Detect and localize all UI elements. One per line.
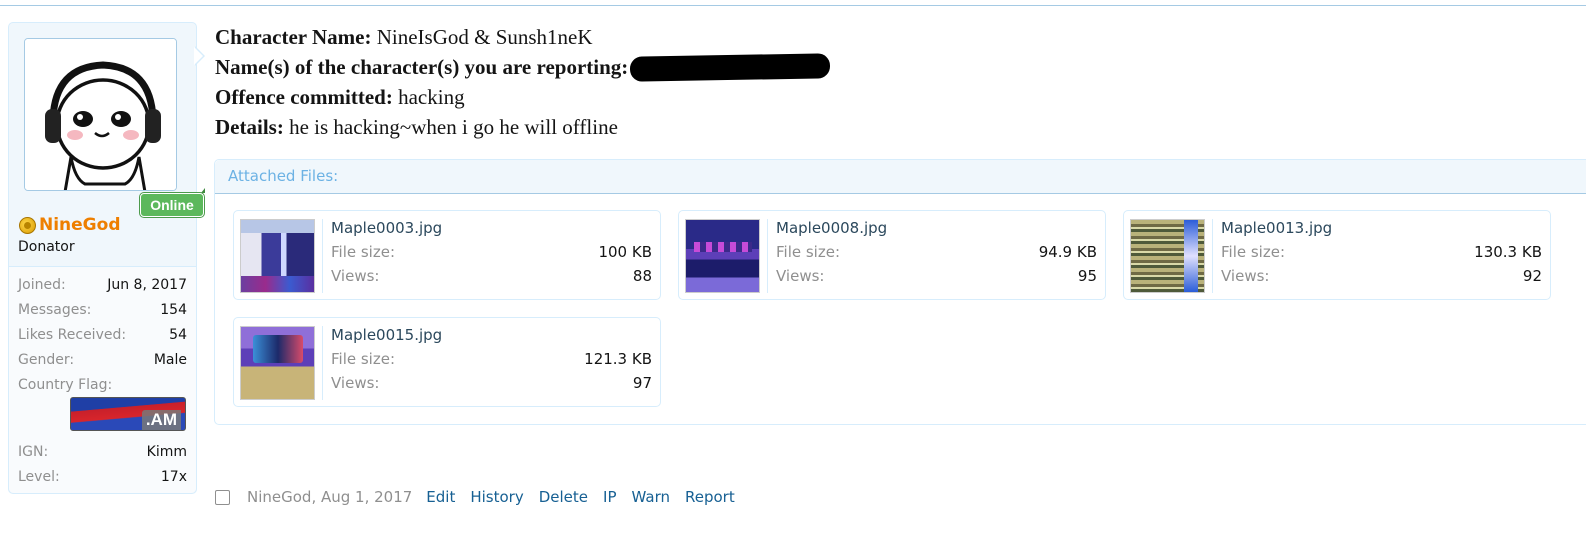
country-flag-row: Country Flag: [18,377,187,393]
attachment-thumbnail[interactable] [1130,219,1205,293]
views-label: Views: [331,267,380,285]
redacted-block [630,53,831,82]
attachment-size-row: File size: 130.3 KB [1221,243,1542,261]
attachment-thumbnail[interactable] [240,219,315,293]
messages-value[interactable]: 154 [160,302,187,318]
attachment-divider [322,219,323,293]
delete-link[interactable]: Delete [539,488,588,506]
message-content: Character Name: NineIsGod & Sunsh1neK Na… [215,22,831,142]
offence-label: Offence committed: [215,85,393,109]
country-flag-label: Country Flag: [18,377,113,393]
attachment-divider [1212,219,1213,293]
avatar[interactable] [24,38,177,191]
donator-coin-icon [19,216,36,234]
message-footer: NineGod, Aug 1, 2017 Edit History Delete… [215,488,750,506]
ip-link[interactable]: IP [603,488,616,506]
reported-names-line: Name(s) of the character(s) you are repo… [215,52,831,82]
character-name-label: Character Name: [215,25,372,49]
attachment-name[interactable]: Maple0003.jpg [331,219,442,237]
attachment-views-row: Views: 88 [331,267,652,285]
file-size-value: 94.9 KB [1038,243,1097,261]
flag-country-code: .AM [141,410,181,430]
attachment-size-row: File size: 100 KB [331,243,652,261]
attachment-thumbnail[interactable] [240,326,315,400]
avatar-image [25,39,176,190]
file-size-value: 100 KB [598,243,652,261]
views-label: Views: [776,267,825,285]
gender-row: Gender: Male [18,352,187,368]
file-size-value: 121.3 KB [584,350,652,368]
attachment-size-row: File size: 94.9 KB [776,243,1097,261]
post-meta[interactable]: NineGod, Aug 1, 2017 [247,488,412,506]
history-link[interactable]: History [470,488,523,506]
views-label: Views: [331,374,380,392]
user-info-panel: Online NineGod Donator Joined: Jun 8, 20… [8,22,205,494]
attachment-item[interactable]: Maple0013.jpg File size: 130.3 KB Views:… [1123,210,1551,300]
attachment-item[interactable]: Maple0008.jpg File size: 94.9 KB Views: … [678,210,1106,300]
message-pointer-arrow [194,46,205,66]
file-size-value: 130.3 KB [1474,243,1542,261]
attachment-views-row: Views: 92 [1221,267,1542,285]
level-row: Level: 17x [18,469,187,485]
warn-link[interactable]: Warn [632,488,670,506]
attachment-thumbnail[interactable] [685,219,760,293]
offence-value: hacking [398,85,465,109]
file-size-label: File size: [331,350,396,368]
attachment-item[interactable]: Maple0003.jpg File size: 100 KB Views: 8… [233,210,661,300]
file-size-label: File size: [776,243,841,261]
messages-label: Messages: [18,302,92,318]
ign-row: IGN: Kimm [18,444,187,460]
details-line: Details: he is hacking~when i go he will… [215,112,830,142]
attachment-divider [322,326,323,400]
select-post-checkbox[interactable] [215,489,230,505]
level-value: 17x [160,469,187,485]
attached-files-header: Attached Files: [215,160,1586,194]
report-link[interactable]: Report [685,488,735,506]
likes-value: 54 [169,327,187,343]
edit-link[interactable]: Edit [426,488,455,506]
messages-row: Messages: 154 [18,302,187,318]
character-name-value: NineIsGod & Sunsh1neK [376,25,593,49]
attachment-views-row: Views: 97 [331,374,652,392]
joined-value: Jun 8, 2017 [107,277,187,293]
attachment-size-row: File size: 121.3 KB [331,350,652,368]
file-size-label: File size: [331,243,396,261]
joined-label: Joined: [18,277,66,293]
level-label: Level: [18,469,60,485]
joined-row: Joined: Jun 8, 2017 [18,277,187,293]
views-value: 95 [1077,267,1097,285]
character-name-line: Character Name: NineIsGod & Sunsh1neK [215,22,830,52]
views-label: Views: [1221,267,1270,285]
attached-files-block: Attached Files: Maple0003.jpg File size:… [214,159,1586,425]
views-value: 92 [1522,267,1542,285]
file-size-label: File size: [1221,243,1286,261]
user-extra-info: Joined: Jun 8, 2017 Messages: 154 Likes … [9,266,196,493]
ign-value: Kimm [146,444,187,460]
attachment-divider [767,219,768,293]
likes-label: Likes Received: [18,327,127,343]
ign-label: IGN: [18,444,49,460]
attachment-name[interactable]: Maple0013.jpg [1221,219,1332,237]
attachment-name[interactable]: Maple0008.jpg [776,219,887,237]
views-value: 97 [632,374,652,392]
offence-line: Offence committed: hacking [215,82,830,112]
details-value: he is hacking~when i go he will offline [289,115,618,139]
gender-value: Male [153,352,187,368]
country-flag-image: .AM [70,397,186,431]
views-value: 88 [632,267,652,285]
details-label: Details: [215,115,284,139]
reported-names-label: Name(s) of the character(s) you are repo… [215,55,629,79]
gender-label: Gender: [18,352,75,368]
top-divider [0,5,1586,6]
likes-row: Likes Received: 54 [18,327,187,343]
username-link[interactable]: NineGod [39,215,121,235]
attachment-name[interactable]: Maple0015.jpg [331,326,442,344]
attachment-views-row: Views: 95 [776,267,1097,285]
online-status-badge: Online [140,188,205,217]
attachment-item[interactable]: Maple0015.jpg File size: 121.3 KB Views:… [233,317,661,407]
user-title: Donator [18,239,75,255]
